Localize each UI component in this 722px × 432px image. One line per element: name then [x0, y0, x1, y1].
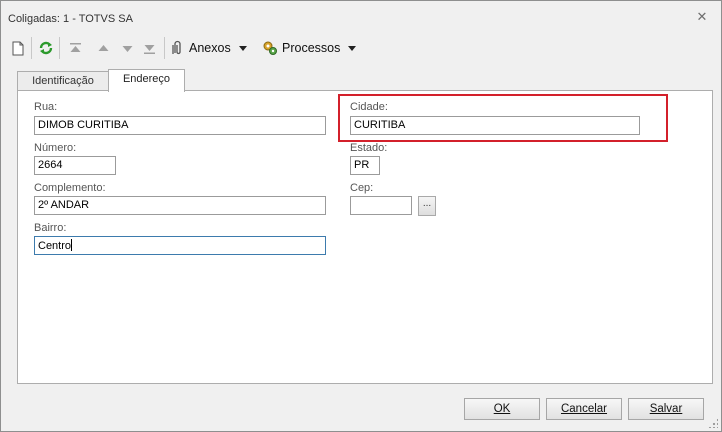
endereco-panel: Rua: DIMOB CURITIBA Número: 2664 Complem… — [17, 90, 713, 384]
paperclip-icon — [172, 40, 181, 55]
estado-field[interactable]: PR — [350, 156, 380, 175]
gears-icon — [263, 41, 277, 55]
next-record-icon[interactable] — [121, 37, 134, 59]
save-button[interactable]: Salvar — [628, 398, 704, 420]
processos-button[interactable]: Processos — [262, 37, 357, 59]
resize-grip[interactable] — [708, 418, 718, 428]
last-record-icon[interactable] — [143, 37, 156, 59]
complemento-field[interactable]: 2º ANDAR — [34, 196, 326, 215]
bairro-value: Centro — [38, 240, 72, 252]
window-title: Coligadas: 1 - TOTVS SA — [8, 13, 133, 25]
chevron-down-icon — [348, 45, 357, 51]
previous-record-icon[interactable] — [97, 37, 110, 59]
tab-label: Endereço — [122, 73, 171, 85]
ok-button[interactable]: OK — [464, 398, 540, 420]
bairro-label: Bairro: — [34, 222, 67, 234]
close-icon[interactable]: ✕ — [695, 10, 709, 24]
tab-strip: Identificação Endereço — [17, 69, 617, 92]
cancel-label: Cancelar — [560, 403, 608, 415]
processos-label: Processos — [282, 41, 341, 55]
numero-field[interactable]: 2664 — [34, 156, 116, 175]
anexos-label: Anexos — [189, 41, 231, 55]
cep-label: Cep: — [350, 182, 374, 194]
text-cursor — [71, 239, 73, 251]
toolbar: Anexos Processos — [6, 34, 716, 62]
bairro-field[interactable]: Centro — [34, 236, 326, 255]
tab-endereco[interactable]: Endereço — [108, 69, 185, 92]
tab-label: Identificação — [32, 75, 94, 87]
cidade-label: Cidade: — [350, 101, 388, 113]
tab-identificacao[interactable]: Identificação — [17, 71, 109, 91]
complemento-label: Complemento: — [34, 182, 106, 194]
rua-field[interactable]: DIMOB CURITIBA — [34, 116, 326, 135]
save-label: Salvar — [649, 403, 683, 415]
cep-field[interactable] — [350, 196, 412, 215]
first-record-icon[interactable] — [69, 37, 82, 59]
estado-label: Estado: — [350, 142, 388, 154]
new-document-icon[interactable] — [12, 37, 24, 59]
toolbar-separator — [31, 37, 32, 59]
cancel-button[interactable]: Cancelar — [546, 398, 622, 420]
toolbar-separator — [164, 37, 165, 59]
dialog-window: Coligadas: 1 - TOTVS SA ✕ Anexos Process… — [0, 0, 722, 432]
refresh-icon[interactable] — [38, 37, 54, 59]
ok-label: OK — [493, 403, 511, 415]
cep-lookup-button[interactable]: ... — [418, 196, 436, 216]
toolbar-separator — [59, 37, 60, 59]
title-bar: Coligadas: 1 - TOTVS SA ✕ — [1, 1, 721, 31]
chevron-down-icon — [238, 45, 247, 51]
anexos-button[interactable]: Anexos — [171, 37, 247, 59]
numero-label: Número: — [34, 142, 77, 154]
rua-label: Rua: — [34, 101, 58, 113]
cidade-field[interactable]: CURITIBA — [350, 116, 640, 135]
